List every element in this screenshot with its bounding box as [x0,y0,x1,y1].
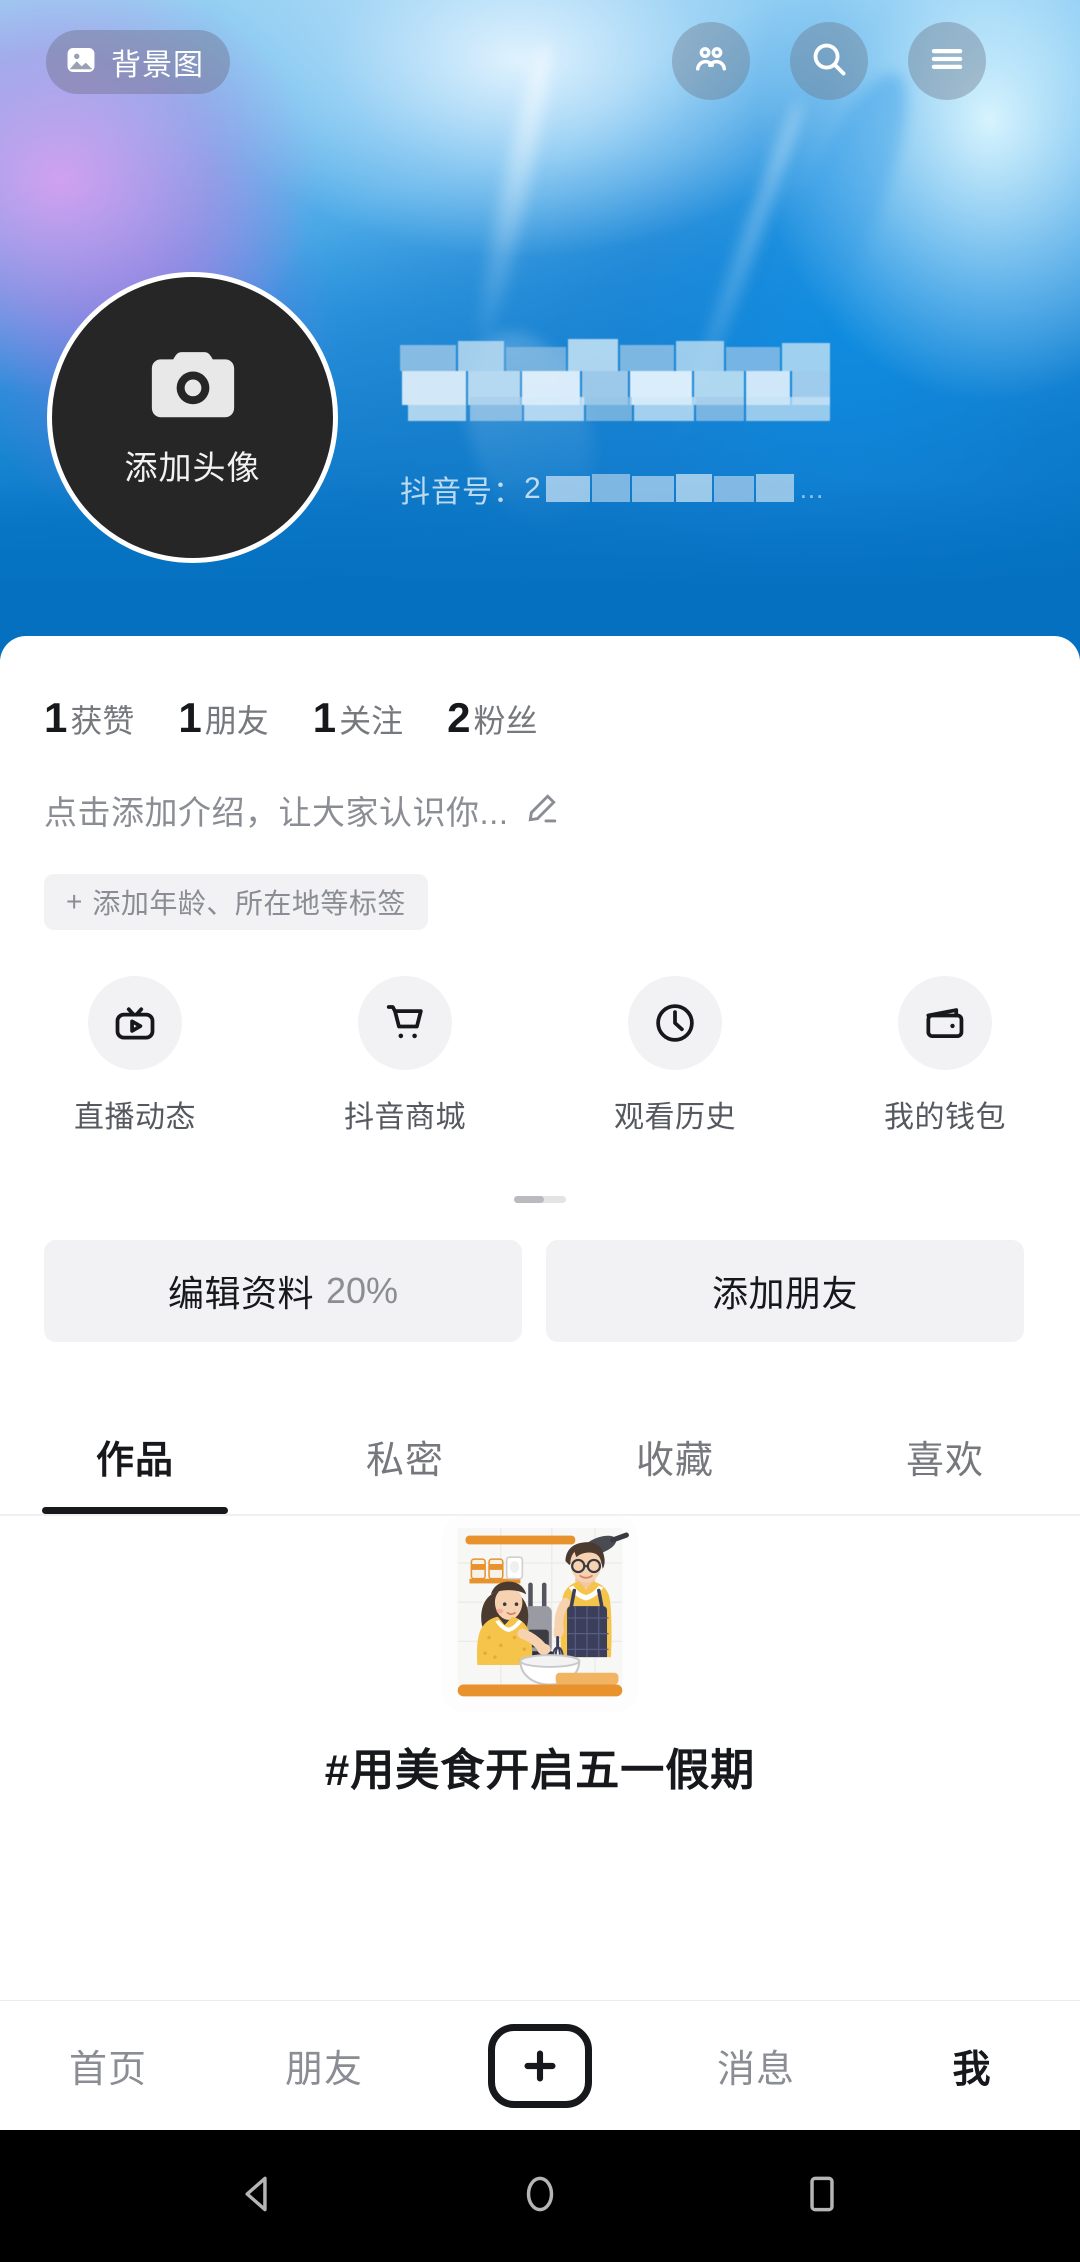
stat-value: 1 [44,694,68,741]
shortcuts-scroll-indicator[interactable] [514,1196,566,1203]
nav-home[interactable]: 首页 [0,2038,216,2093]
shortcut-mall[interactable]: 抖音商城 [270,976,540,1136]
search-button[interactable] [790,22,868,100]
douyin-profile-screen: 背景图 添加头像 抖音号： 2 ... 1 获赞 1 朋友 1 关注 2 粉丝 … [0,0,1080,2262]
shopping-cart-icon [358,976,452,1070]
tab-works[interactable]: 作品 [0,1398,270,1514]
pencil-icon[interactable] [523,789,561,832]
bio-row[interactable]: 点击添加介绍，让大家认识你... [44,786,561,834]
background-image-button[interactable]: 背景图 [46,30,230,94]
tab-private[interactable]: 私密 [270,1398,540,1514]
stat-caption: 朋友 [204,703,269,739]
stat-value: 1 [312,694,337,741]
empty-state: #用美食开启五一假期 [0,1516,1080,1798]
edit-profile-label: 编辑资料 [167,1273,314,1314]
tab-label: 作品 [95,1439,174,1482]
top-bar: 背景图 [0,0,1080,120]
bio-placeholder: 点击添加介绍，让大家认识你... [44,794,509,831]
nickname-blurred [400,335,830,423]
shortcut-label: 观看历史 [614,1101,736,1134]
douyin-id-value: 2 [524,472,542,505]
stat-friends[interactable]: 1 朋友 [178,694,268,742]
nav-create[interactable] [432,2023,648,2108]
avatar-label: 添加头像 [124,449,261,486]
add-friend-label: 添加朋友 [711,1273,858,1314]
add-tags-label: 添加年龄、所在地等标签 [92,888,406,919]
profile-card: 1 获赞 1 朋友 1 关注 2 粉丝 点击添加介绍，让大家认识你... + 添… [0,636,1080,1960]
shortcut-label: 直播动态 [74,1101,196,1134]
shortcuts-row: 直播动态 抖音商城 观看历史 我的钱包 [0,976,1080,1136]
back-triangle-icon[interactable] [232,2168,284,2225]
nav-label: 朋友 [284,2049,363,2091]
stats-row: 1 获赞 1 朋友 1 关注 2 粉丝 [44,694,538,742]
douyin-id[interactable]: 抖音号： 2 ... [400,467,824,511]
friends-button[interactable] [672,22,750,100]
edit-profile-button[interactable]: 编辑资料 20% [44,1240,522,1342]
tab-label: 私密 [365,1439,444,1482]
stat-following[interactable]: 1 关注 [313,694,403,742]
nav-friends[interactable]: 朋友 [216,2038,432,2093]
android-system-bar [0,2130,1080,2262]
search-icon [808,38,850,85]
edit-profile-progress: 20% [325,1270,399,1311]
menu-button[interactable] [908,22,986,100]
stat-caption: 粉丝 [473,703,538,739]
shortcut-live[interactable]: 直播动态 [0,976,270,1136]
recents-square-icon[interactable] [796,2168,848,2225]
shortcut-wallet[interactable]: 我的钱包 [810,976,1080,1136]
add-friend-button[interactable]: 添加朋友 [546,1240,1024,1342]
tab-likes[interactable]: 喜欢 [810,1398,1080,1514]
live-tv-icon [88,976,182,1070]
bottom-navigation: 首页 朋友 消息 我 [0,2000,1080,2130]
background-image-label: 背景图 [111,49,204,82]
shortcut-history[interactable]: 观看历史 [540,976,810,1136]
people-icon [690,38,732,85]
empty-state-title: #用美食开启五一假期 [324,1746,756,1795]
wallet-icon [898,976,992,1070]
home-circle-icon[interactable] [514,2168,566,2225]
stat-caption: 获赞 [70,703,135,739]
plus-icon: + [66,886,83,917]
shortcut-label: 我的钱包 [884,1101,1006,1134]
plus-icon[interactable] [488,2023,592,2108]
tab-label: 收藏 [635,1439,714,1482]
stat-value: 2 [447,694,471,741]
content-tabs: 作品 私密 收藏 喜欢 [0,1398,1080,1516]
douyin-id-blurred [545,472,796,506]
douyin-id-label: 抖音号： [400,476,524,509]
stat-followers[interactable]: 2 粉丝 [447,694,537,742]
avatar[interactable]: 添加头像 [47,272,338,563]
nav-label: 首页 [68,2049,147,2091]
cooking-couple-illustration[interactable] [442,1516,638,1712]
stat-likes[interactable]: 1 获赞 [44,694,134,742]
douyin-id-ellipsis: ... [799,473,825,504]
stat-caption: 关注 [339,703,404,739]
nav-me[interactable]: 我 [864,2038,1080,2093]
nav-messages[interactable]: 消息 [648,2038,864,2093]
camera-icon [147,346,239,431]
profile-banner[interactable]: 背景图 添加头像 抖音号： 2 ... [0,0,1080,660]
clock-icon [628,976,722,1070]
tab-favorites[interactable]: 收藏 [540,1398,810,1514]
action-buttons: 编辑资料 20% 添加朋友 [44,1240,1024,1342]
stat-value: 1 [178,694,202,741]
hamburger-menu-icon [926,38,968,85]
image-icon [64,43,98,82]
tab-label: 喜欢 [905,1439,984,1482]
nav-label: 消息 [716,2049,795,2091]
nav-label: 我 [952,2049,992,2091]
shortcut-label: 抖音商城 [344,1101,466,1134]
add-tags-button[interactable]: + 添加年龄、所在地等标签 [44,874,428,930]
